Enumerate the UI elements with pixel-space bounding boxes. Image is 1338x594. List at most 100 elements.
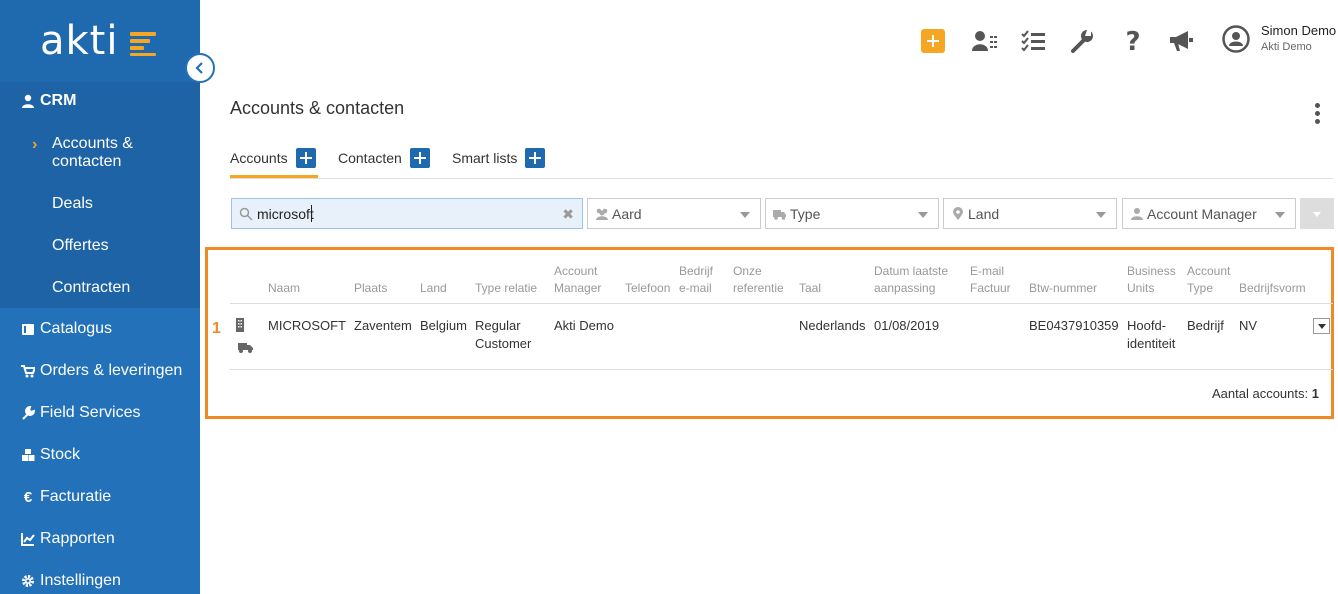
- sidebar-item-rapporten[interactable]: Rapporten: [20, 530, 115, 548]
- column-header[interactable]: Account Manager: [554, 263, 601, 297]
- row-actions-dropdown[interactable]: [1313, 318, 1330, 334]
- column-header[interactable]: Datum laatste aanpassing: [874, 263, 948, 297]
- divider: [230, 303, 1333, 304]
- more-filters-button[interactable]: [1300, 198, 1334, 229]
- users-icon: [596, 208, 608, 220]
- filter-label: Account Manager: [1147, 206, 1257, 222]
- plus-icon: [927, 35, 939, 47]
- user-icon: [20, 93, 36, 109]
- map-marker-icon: [953, 207, 963, 220]
- sidebar-sub-deals[interactable]: Deals: [52, 195, 93, 213]
- sidebar-sub-accounts[interactable]: Accounts & contacten: [52, 135, 133, 171]
- search-input[interactable]: microsoft ✖: [231, 198, 583, 229]
- caret-down-icon: [1275, 212, 1285, 218]
- cell-line: Customer: [475, 336, 532, 351]
- cell-datum: 01/08/2019: [874, 318, 940, 333]
- book-icon: [20, 321, 36, 337]
- cell-account-type: Bedrijf: [1187, 318, 1224, 333]
- search-icon: [239, 207, 253, 221]
- sidebar-item-instellingen[interactable]: Instellingen: [20, 572, 121, 590]
- column-header[interactable]: Btw-nummer: [1029, 280, 1097, 297]
- column-header-line: Type: [1187, 281, 1214, 295]
- filter-label: Type: [790, 206, 821, 222]
- boxes-icon: [20, 447, 36, 463]
- column-header[interactable]: Onze referentie: [733, 263, 784, 297]
- column-header[interactable]: Land: [420, 280, 447, 297]
- sidebar-item-field-services[interactable]: Field Services: [20, 404, 140, 422]
- sidebar-item-label: Instellingen: [40, 572, 121, 589]
- sidebar-item-label: Orders & leveringen: [40, 362, 183, 379]
- column-header-line: Datum laatste: [874, 264, 949, 278]
- cell-account-manager: Akti Demo: [554, 318, 614, 333]
- column-header-line: e-mail: [679, 281, 712, 295]
- tab-smart-lists[interactable]: Smart lists: [452, 148, 546, 168]
- tab-contacten[interactable]: Contacten: [338, 148, 430, 168]
- sidebar-item-stock[interactable]: Stock: [20, 446, 80, 464]
- column-header[interactable]: E-mail Factuur: [970, 263, 1011, 297]
- count-label: Aantal accounts:: [1212, 386, 1309, 401]
- cart-icon: [20, 363, 36, 379]
- filter-land[interactable]: Land: [943, 198, 1117, 229]
- column-header[interactable]: Business Units: [1127, 263, 1176, 297]
- column-header-line: Manager: [554, 281, 602, 295]
- column-header[interactable]: Account Type: [1187, 263, 1230, 297]
- tab-accounts[interactable]: Accounts: [230, 148, 316, 168]
- contacts-list-button[interactable]: [970, 27, 998, 55]
- column-header[interactable]: Bedrijfsvorm: [1239, 280, 1306, 297]
- caret-down-icon: [918, 212, 928, 218]
- column-header[interactable]: Naam: [268, 280, 300, 297]
- column-header[interactable]: Plaats: [354, 280, 387, 297]
- sidebar-sub-label: contacten: [52, 153, 122, 170]
- chevron-left-icon: [195, 62, 203, 74]
- filter-account-manager[interactable]: Account Manager: [1122, 198, 1296, 229]
- chevron-right-icon: ›: [32, 136, 38, 153]
- filter-aard[interactable]: Aard: [587, 198, 761, 229]
- tab-label: Accounts: [230, 150, 288, 166]
- sidebar-sub-offertes[interactable]: Offertes: [52, 237, 109, 255]
- column-header-line: E-mail: [970, 264, 1005, 278]
- truck-icon: [773, 210, 786, 220]
- user-icon: [1131, 208, 1143, 220]
- announcements-button[interactable]: [1167, 27, 1195, 55]
- filter-type[interactable]: Type: [765, 198, 939, 229]
- tools-button[interactable]: [1068, 27, 1096, 55]
- add-account-button[interactable]: [295, 148, 316, 168]
- column-header[interactable]: Type relatie: [475, 280, 537, 297]
- building-icon: [236, 318, 244, 332]
- help-button[interactable]: ?: [1119, 27, 1147, 55]
- cell-line: Hoofd-: [1127, 318, 1167, 333]
- annotation-marker: 1: [212, 320, 221, 337]
- column-header-line: Type relatie: [475, 281, 538, 295]
- column-header-line: Business: [1127, 264, 1176, 278]
- column-header-line: Account: [1187, 264, 1231, 278]
- caret-down-icon: [1096, 212, 1106, 218]
- user-name[interactable]: Simon Demo: [1261, 23, 1336, 38]
- more-options-icon[interactable]: [1312, 103, 1322, 129]
- count-value: 1: [1311, 386, 1319, 401]
- column-header[interactable]: Taal: [799, 280, 821, 297]
- cell-btw: BE0437910359: [1029, 318, 1119, 333]
- logo-text: akti: [40, 18, 119, 64]
- truck-icon: [238, 343, 253, 353]
- column-header[interactable]: Telefoon: [625, 280, 670, 297]
- sidebar-item-orders[interactable]: Orders & leveringen: [20, 362, 182, 380]
- tasks-button[interactable]: [1019, 27, 1047, 55]
- add-smart-list-button[interactable]: [525, 148, 546, 168]
- sidebar-item-facturatie[interactable]: € Facturatie: [20, 488, 111, 506]
- plus-icon: [413, 152, 426, 164]
- tab-active-indicator: [230, 175, 318, 178]
- svg-text:?: ?: [1125, 28, 1140, 54]
- filter-label: Aard: [612, 206, 642, 222]
- sidebar-item-crm[interactable]: CRM: [20, 92, 76, 110]
- column-header-line: Bedrijfsvorm: [1239, 281, 1306, 295]
- add-new-button[interactable]: [921, 29, 945, 53]
- cell-naam[interactable]: MICROSOFT: [268, 317, 346, 335]
- sidebar-sub-contracten[interactable]: Contracten: [52, 279, 130, 297]
- avatar[interactable]: [1222, 25, 1250, 53]
- add-contact-button[interactable]: [409, 148, 430, 168]
- logo[interactable]: akti: [0, 0, 200, 82]
- collapse-sidebar-button[interactable]: [185, 53, 215, 83]
- column-header[interactable]: Bedrijf e-mail: [679, 263, 713, 297]
- sidebar-item-catalogus[interactable]: Catalogus: [20, 320, 112, 338]
- clear-icon[interactable]: ✖: [562, 206, 574, 223]
